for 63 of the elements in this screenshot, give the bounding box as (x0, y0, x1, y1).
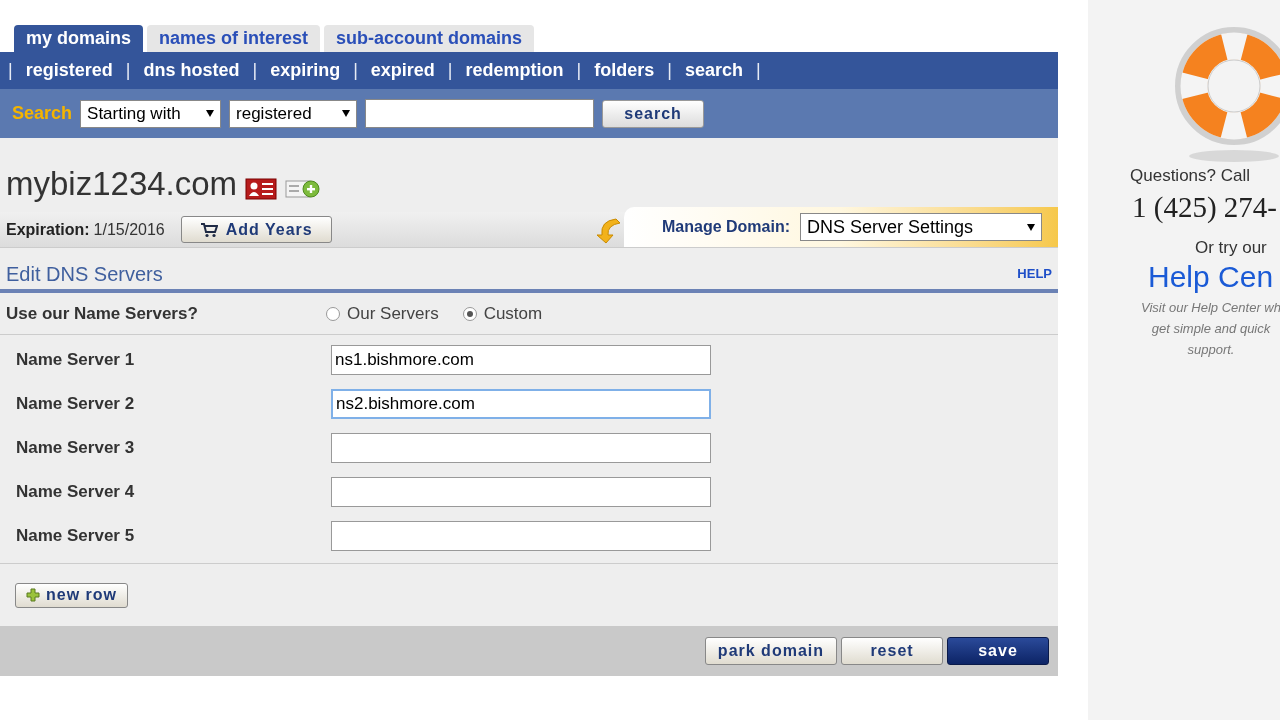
search-field[interactable] (365, 99, 595, 128)
name-server-field[interactable] (331, 433, 711, 463)
section-title: Edit DNS Servers (6, 261, 163, 287)
help-link[interactable]: HELP (1017, 263, 1052, 284)
radio-option[interactable]: Custom (462, 300, 543, 327)
name-server-field[interactable] (331, 477, 711, 507)
search-label: Search (12, 102, 73, 125)
field-label: Name Server 5 (15, 525, 136, 548)
nav-link[interactable]: search (684, 57, 743, 84)
search-button[interactable]: search (602, 99, 705, 128)
nav-separator: | (756, 59, 761, 82)
nav-separator: | (252, 59, 258, 82)
mode-select[interactable]: Starting with (80, 99, 222, 128)
nav-separator: | (125, 59, 131, 82)
plus-icon (26, 588, 40, 602)
name-server-field[interactable] (331, 521, 711, 551)
dropdown-arrow-icon (206, 110, 215, 117)
name-server-field[interactable]: ns2.bishmore.com (331, 389, 711, 419)
expiration-date: 1/15/2016 (92, 219, 165, 240)
support-note: support. (1187, 341, 1235, 359)
support-question: Questions? Call (1129, 165, 1251, 187)
domain-name: mybiz1234.com (6, 167, 238, 200)
scope-select[interactable]: registered (229, 99, 358, 128)
nav-separator: | (353, 59, 358, 82)
nav-link[interactable]: redemption (465, 57, 564, 84)
contact-card-icon[interactable] (245, 178, 278, 200)
name-servers-question: Use our Name Servers? (6, 302, 199, 325)
nav-link[interactable]: registered (25, 57, 113, 84)
radio-button[interactable] (462, 306, 477, 321)
manage-domain-label: Manage Domain: (662, 217, 790, 237)
nav-separator: | (576, 59, 582, 82)
support-note: get simple and quick (1151, 320, 1271, 338)
dropdown-arrow-icon (1027, 223, 1035, 231)
nav-separator: | (667, 59, 672, 82)
radio-button[interactable] (326, 306, 340, 321)
nav-link[interactable]: expiring (270, 57, 341, 84)
expiration-label: Expiration: (5, 219, 90, 240)
field-label: Name Server 1 (15, 349, 136, 372)
add-years-button[interactable]: Add Years (180, 216, 332, 243)
help-center-link[interactable]: Help Cen (1088, 259, 1280, 295)
nav-separator: | (8, 59, 13, 82)
field-label: Name Server 3 (15, 437, 136, 460)
nav-link[interactable]: dns hosted (143, 57, 240, 84)
tab[interactable]: my domains (14, 25, 144, 52)
tab[interactable]: sub-account domains (324, 25, 535, 52)
dropdown-arrow-icon (342, 110, 351, 117)
new-row-button[interactable]: new row (15, 582, 128, 608)
field-label: Name Server 2 (15, 393, 136, 416)
support-note: Visit our Help Center wh (1141, 299, 1280, 317)
support-phone: 1 (425) 274- (1131, 190, 1278, 225)
radio-option[interactable]: Our Servers (326, 300, 439, 327)
nav-link[interactable]: folders (594, 57, 655, 84)
nav-separator: | (447, 59, 453, 82)
action-button[interactable]: reset (841, 637, 943, 665)
cart-icon (199, 221, 218, 238)
name-server-field[interactable]: ns1.bishmore.com (331, 345, 711, 375)
field-label: Name Server 4 (15, 481, 136, 504)
save-button[interactable]: save (947, 637, 1049, 665)
tab[interactable]: names of interest (147, 25, 321, 52)
action-button[interactable]: park domain (704, 637, 837, 665)
support-alt: Or try our (1194, 237, 1268, 259)
manage-domain-select[interactable]: DNS Server Settings (800, 213, 1042, 241)
nav-link[interactable]: expired (370, 57, 435, 84)
